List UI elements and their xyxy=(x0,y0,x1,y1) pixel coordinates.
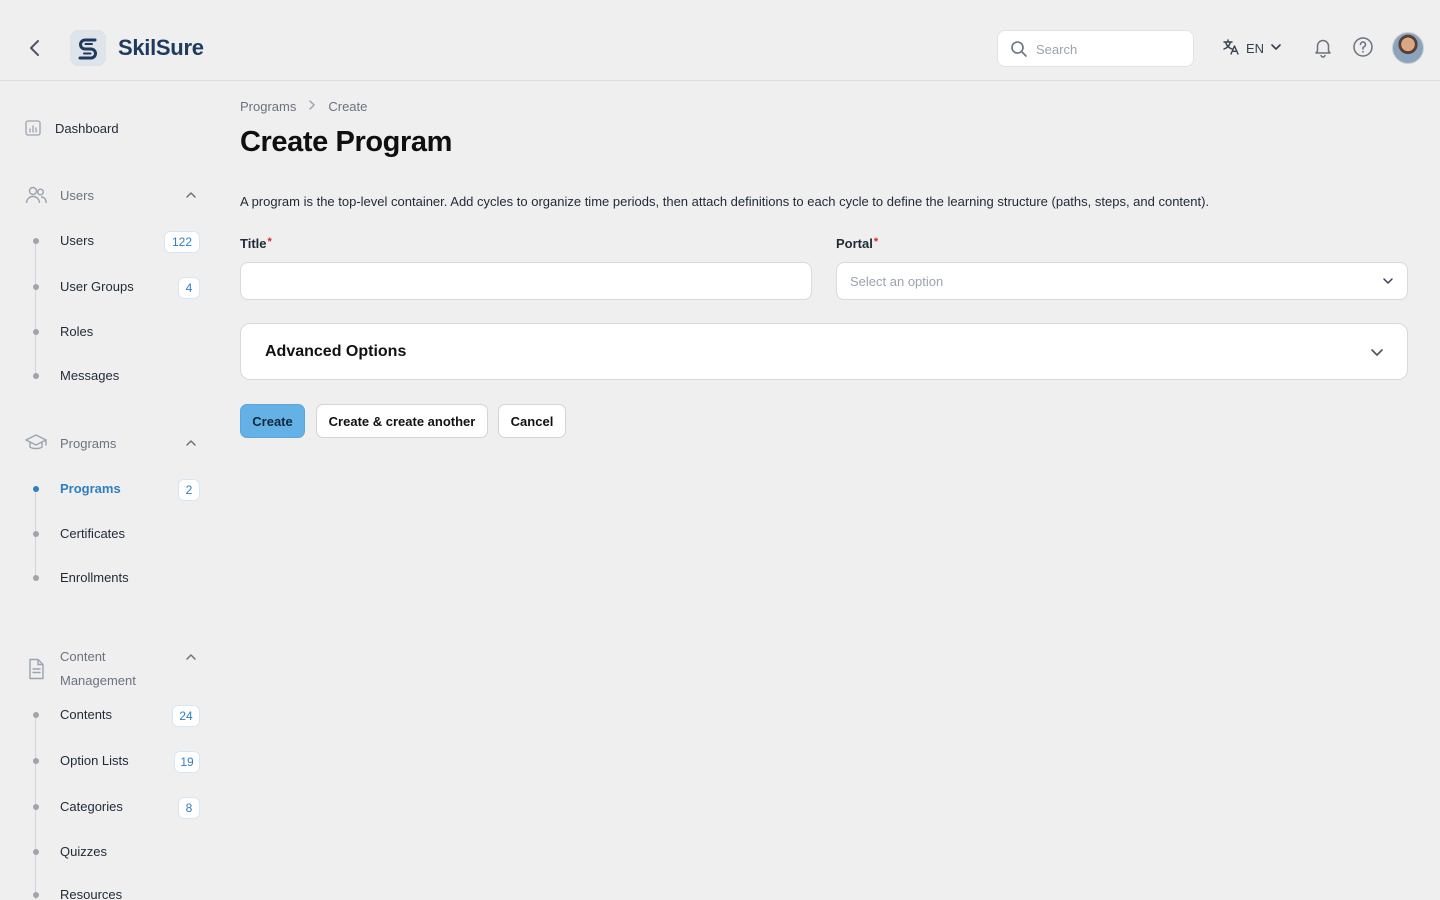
advanced-options-title: Advanced Options xyxy=(265,343,407,360)
sidebar-item-categories[interactable]: Categories xyxy=(60,799,123,814)
bell-icon[interactable] xyxy=(1312,36,1334,63)
language-switcher[interactable]: EN xyxy=(1222,38,1282,59)
breadcrumb: Programs Create xyxy=(240,99,367,114)
breadcrumb-link-programs[interactable]: Programs xyxy=(240,99,296,114)
chevron-up-icon[interactable] xyxy=(184,188,198,207)
sidebar-group-label: Users xyxy=(60,187,94,203)
bullet xyxy=(33,892,39,898)
top-bar: SkilSure EN xyxy=(0,0,1440,81)
bullet xyxy=(33,712,39,718)
sidebar-item-dashboard[interactable]: Dashboard xyxy=(24,119,119,137)
sidebar-item-user-groups[interactable]: User Groups xyxy=(60,279,134,294)
sidebar-item-label: Dashboard xyxy=(55,120,119,136)
logo-icon[interactable] xyxy=(70,30,106,66)
tree-line xyxy=(35,241,36,376)
search-box[interactable] xyxy=(997,30,1194,67)
chevron-right-icon xyxy=(306,99,318,114)
title-label-text: Title xyxy=(240,236,267,251)
users-icon xyxy=(24,183,48,207)
title-input[interactable] xyxy=(241,263,811,299)
required-asterisk: * xyxy=(873,236,879,248)
brand-name: SkilSure xyxy=(118,35,204,60)
sidebar-item-option-lists[interactable]: Option Lists xyxy=(60,753,129,768)
sidebar-group-users[interactable]: Users xyxy=(24,183,94,207)
bullet xyxy=(33,531,39,537)
count-badge: 2 xyxy=(178,479,200,501)
chevron-down-icon xyxy=(1381,274,1395,293)
sidebar-item-contents[interactable]: Contents xyxy=(60,707,112,722)
bullet xyxy=(33,284,39,290)
bullet-active xyxy=(33,486,39,492)
search-icon xyxy=(1010,40,1028,63)
chart-icon xyxy=(24,119,42,137)
count-badge: 8 xyxy=(178,797,200,819)
language-label: EN xyxy=(1246,41,1265,56)
chevron-down-icon xyxy=(1270,41,1282,56)
sidebar-item-messages[interactable]: Messages xyxy=(60,368,119,383)
portal-label: Portal* xyxy=(836,236,878,251)
bullet xyxy=(33,238,39,244)
sidebar-group-label-line: Content xyxy=(60,649,106,664)
bullet xyxy=(33,373,39,379)
translate-icon xyxy=(1222,38,1240,59)
sidebar-item-roles[interactable]: Roles xyxy=(60,324,93,339)
bullet xyxy=(33,849,39,855)
sidebar: Dashboard Users Users 122 User Groups 4 … xyxy=(0,81,220,900)
bullet xyxy=(33,804,39,810)
sidebar-item-quizzes[interactable]: Quizzes xyxy=(60,844,107,859)
cancel-button[interactable]: Cancel xyxy=(498,404,566,438)
chevron-down-icon[interactable] xyxy=(1369,344,1385,365)
sidebar-group-content-management[interactable]: Content Management xyxy=(24,645,136,693)
help-icon[interactable] xyxy=(1352,36,1374,63)
chevron-up-icon[interactable] xyxy=(184,650,198,669)
breadcrumb-current: Create xyxy=(328,99,368,114)
bullet xyxy=(33,575,39,581)
count-badge: 122 xyxy=(164,231,200,253)
count-badge: 4 xyxy=(178,277,200,299)
sidebar-item-users[interactable]: Users xyxy=(60,233,94,248)
sidebar-group-label-line: Management xyxy=(60,673,136,688)
bullet xyxy=(33,329,39,335)
back-icon[interactable] xyxy=(22,36,46,60)
required-asterisk: * xyxy=(267,236,272,248)
page-description: A program is the top-level container. Ad… xyxy=(240,194,1210,209)
create-another-button[interactable]: Create & create another xyxy=(316,404,488,438)
title-label: Title* xyxy=(240,236,272,251)
create-button[interactable]: Create xyxy=(240,404,305,438)
portal-select[interactable]: Select an option xyxy=(836,262,1408,300)
graduation-cap-icon xyxy=(24,431,48,455)
portal-select-placeholder: Select an option xyxy=(850,274,944,289)
title-field[interactable] xyxy=(240,262,812,300)
advanced-options-section[interactable]: Advanced Options xyxy=(240,323,1408,380)
count-badge: 24 xyxy=(172,705,200,727)
chevron-up-icon[interactable] xyxy=(184,436,198,455)
sidebar-group-programs[interactable]: Programs xyxy=(24,431,116,455)
count-badge: 19 xyxy=(174,751,200,773)
sidebar-group-label: Content Management xyxy=(60,645,136,693)
sidebar-item-certificates[interactable]: Certificates xyxy=(60,526,125,541)
sidebar-item-resources[interactable]: Resources xyxy=(60,887,122,900)
avatar[interactable] xyxy=(1392,32,1424,64)
document-icon xyxy=(24,657,48,681)
search-input[interactable] xyxy=(1036,39,1186,59)
portal-label-text: Portal xyxy=(836,236,873,251)
page-title: Create Program xyxy=(240,126,452,158)
sidebar-item-enrollments[interactable]: Enrollments xyxy=(60,570,129,585)
sidebar-item-programs[interactable]: Programs xyxy=(60,481,121,496)
bullet xyxy=(33,758,39,764)
sidebar-group-label: Programs xyxy=(60,435,117,451)
